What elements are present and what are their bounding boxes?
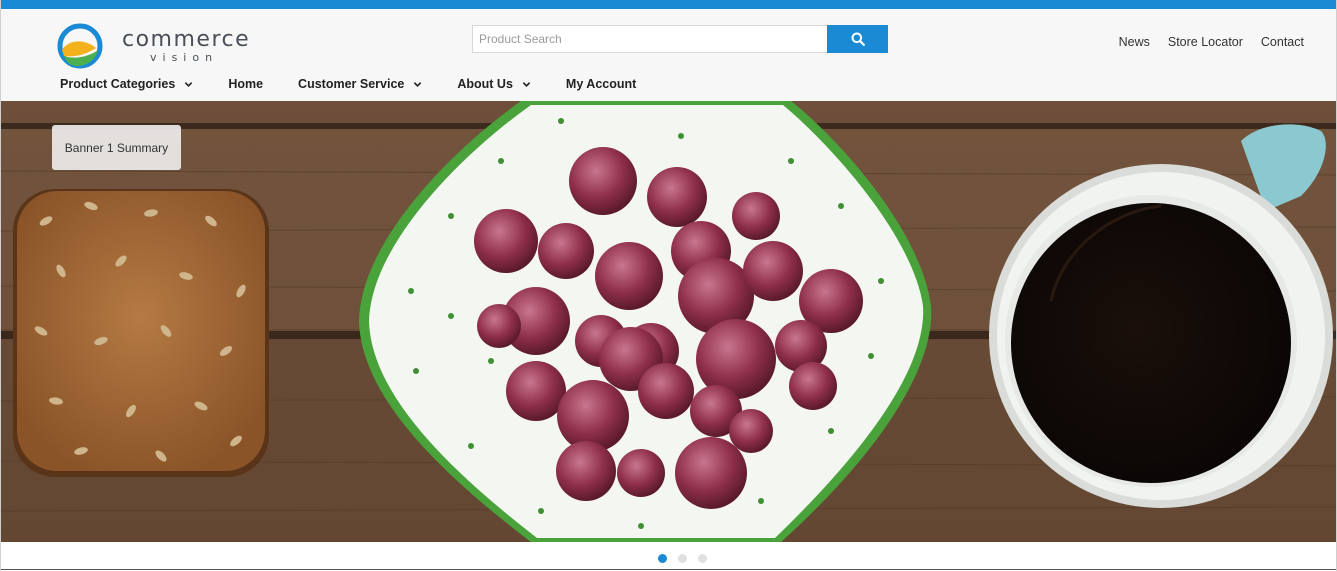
utility-nav: News Store Locator Contact <box>1119 35 1304 49</box>
search-icon <box>851 32 865 46</box>
search-input[interactable] <box>472 25 827 53</box>
util-link-news[interactable]: News <box>1119 35 1150 49</box>
carousel-indicators <box>658 554 707 563</box>
brand-logo[interactable]: commerce vision <box>56 21 256 71</box>
nav-label: About Us <box>457 77 513 91</box>
chevron-down-icon <box>185 81 193 87</box>
page: commerce vision News Store Locator Conta… <box>0 0 1337 571</box>
nav-item-my-account[interactable]: My Account <box>566 77 636 91</box>
carousel-dot-2[interactable] <box>678 554 687 563</box>
main-nav: Product Categories Home Customer Service… <box>60 77 671 91</box>
carousel-dot-3[interactable] <box>698 554 707 563</box>
nav-item-product-categories[interactable]: Product Categories <box>60 77 193 91</box>
site-header: commerce vision News Store Locator Conta… <box>1 9 1336 101</box>
chevron-down-icon <box>414 81 422 87</box>
product-search <box>472 25 888 53</box>
nav-label: Home <box>228 77 264 91</box>
banner-image <box>1 101 1336 542</box>
top-accent-bar <box>1 0 1336 9</box>
util-link-contact[interactable]: Contact <box>1261 35 1304 49</box>
hero-banner[interactable]: Banner 1 Summary <box>1 101 1336 542</box>
util-link-store-locator[interactable]: Store Locator <box>1168 35 1243 49</box>
chevron-down-icon <box>522 81 531 87</box>
nav-label: Customer Service <box>298 77 405 91</box>
nav-label: My Account <box>565 77 637 91</box>
search-button[interactable] <box>827 25 888 53</box>
carousel-dot-1[interactable] <box>658 554 667 563</box>
page-divider <box>1 569 1336 570</box>
nav-label: Product Categories <box>60 77 176 91</box>
banner-summary[interactable]: Banner 1 Summary <box>52 125 181 170</box>
brand-tagline: vision <box>150 51 219 64</box>
nav-item-home[interactable]: Home <box>228 77 263 91</box>
brand-name: commerce <box>122 27 251 52</box>
brand-logo-icon <box>57 23 103 69</box>
nav-item-about-us[interactable]: About Us <box>457 77 531 91</box>
nav-item-customer-service[interactable]: Customer Service <box>298 77 422 91</box>
